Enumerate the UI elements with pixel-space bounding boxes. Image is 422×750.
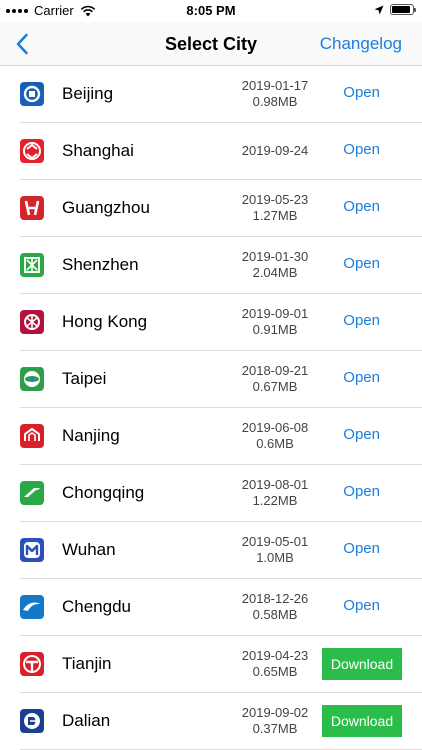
city-name: Chengdu xyxy=(62,597,132,616)
city-name: Dalian xyxy=(62,711,111,730)
chongqing-rail-logo-icon xyxy=(20,481,44,505)
battery-fill xyxy=(392,6,410,13)
open-button[interactable]: Open xyxy=(343,426,380,443)
guangzhou-metro-logo-icon xyxy=(20,196,44,220)
city-row-shenzhen[interactable]: Shenzhen 2019-01-30 2.04MB Open xyxy=(0,237,422,294)
city-name: Wuhan xyxy=(62,540,116,559)
city-row-shanghai[interactable]: Shanghai 2019-09-24 Open xyxy=(0,123,422,180)
city-meta: 2019-09-24 xyxy=(220,143,330,159)
hong-kong-mtr-logo-icon xyxy=(20,310,44,334)
update-date: 2018-12-26 xyxy=(241,591,309,606)
shanghai-metro-logo-icon xyxy=(20,139,44,163)
update-date: 2019-09-01 xyxy=(241,306,309,321)
battery-icon xyxy=(390,4,416,15)
file-size: 0.58MB xyxy=(252,607,298,622)
open-button[interactable]: Open xyxy=(343,84,380,101)
open-button[interactable]: Open xyxy=(343,597,380,614)
update-date: 2019-08-01 xyxy=(241,477,309,492)
file-size: 2.04MB xyxy=(252,265,298,280)
dalian-metro-logo-icon xyxy=(20,709,44,733)
file-size: 0.98MB xyxy=(252,94,298,109)
download-button[interactable]: Download xyxy=(322,648,402,680)
city-meta: 2019-01-30 2.04MB xyxy=(220,249,330,281)
update-date: 2019-01-30 xyxy=(241,249,309,264)
status-right xyxy=(374,4,416,15)
download-button[interactable]: Download xyxy=(322,705,402,737)
update-date: 2019-04-23 xyxy=(241,648,309,663)
city-meta: 2019-01-17 0.98MB xyxy=(220,78,330,110)
city-row-nanjing[interactable]: Nanjing 2019-06-08 0.6MB Open xyxy=(0,408,422,465)
city-row-chongqing[interactable]: Chongqing 2019-08-01 1.22MB Open xyxy=(0,465,422,522)
city-name: Tianjin xyxy=(62,654,112,673)
open-button[interactable]: Open xyxy=(343,369,380,386)
file-size: 0.67MB xyxy=(252,379,298,394)
beijing-subway-logo-icon xyxy=(20,82,44,106)
update-date: 2019-09-02 xyxy=(241,705,309,720)
update-date: 2019-05-01 xyxy=(241,534,309,549)
city-name: Guangzhou xyxy=(62,198,150,217)
city-list: Beijing 2019-01-17 0.98MB Open Shanghai … xyxy=(0,66,422,750)
city-name: Shanghai xyxy=(62,141,134,160)
location-arrow-icon xyxy=(374,5,384,14)
city-row-taipei[interactable]: Taipei 2018-09-21 0.67MB Open xyxy=(0,351,422,408)
city-meta: 2019-05-01 1.0MB xyxy=(220,534,330,566)
city-name: Taipei xyxy=(62,369,107,388)
file-size: 0.6MB xyxy=(256,436,294,451)
city-meta: 2018-12-26 0.58MB xyxy=(220,591,330,623)
file-size: 0.65MB xyxy=(252,664,298,679)
file-size: 1.0MB xyxy=(256,550,294,565)
city-row-tianjin[interactable]: Tianjin 2019-04-23 0.65MB Download xyxy=(0,636,422,693)
tianjin-metro-logo-icon xyxy=(20,652,44,676)
open-button[interactable]: Open xyxy=(343,312,380,329)
open-button[interactable]: Open xyxy=(343,540,380,557)
wuhan-metro-logo-icon xyxy=(20,538,44,562)
nanjing-metro-logo-icon xyxy=(20,424,44,448)
city-name: Beijing xyxy=(62,84,114,103)
city-meta: 2019-04-23 0.65MB xyxy=(220,648,330,680)
city-row-wuhan[interactable]: Wuhan 2019-05-01 1.0MB Open xyxy=(0,522,422,579)
city-meta: 2019-09-02 0.37MB xyxy=(220,705,330,737)
chengdu-metro-logo-icon xyxy=(20,595,44,619)
city-row-beijing[interactable]: Beijing 2019-01-17 0.98MB Open xyxy=(0,66,422,123)
file-size: 1.22MB xyxy=(252,493,298,508)
update-date: 2019-09-24 xyxy=(241,143,309,158)
city-meta: 2019-05-23 1.27MB xyxy=(220,192,330,224)
update-date: 2019-01-17 xyxy=(241,78,309,93)
city-meta: 2018-09-21 0.67MB xyxy=(220,363,330,395)
update-date: 2019-05-23 xyxy=(241,192,309,207)
open-button[interactable]: Open xyxy=(343,255,380,272)
navigation-bar: Select City Changelog xyxy=(0,22,422,66)
city-name: Nanjing xyxy=(62,426,120,445)
status-bar: Carrier 8:05 PM xyxy=(0,0,422,22)
update-date: 2018-09-21 xyxy=(241,363,309,378)
file-size: 1.27MB xyxy=(252,208,298,223)
status-time: 8:05 PM xyxy=(186,3,236,18)
file-size: 0.37MB xyxy=(252,721,298,736)
city-name: Hong Kong xyxy=(62,312,148,331)
taipei-metro-logo-icon xyxy=(20,367,44,391)
city-name: Shenzhen xyxy=(62,255,139,274)
city-row-dalian[interactable]: Dalian 2019-09-02 0.37MB Download xyxy=(0,693,422,750)
shenzhen-metro-logo-icon xyxy=(20,253,44,277)
city-meta: 2019-08-01 1.22MB xyxy=(220,477,330,509)
city-meta: 2019-09-01 0.91MB xyxy=(220,306,330,338)
city-row-chengdu[interactable]: Chengdu 2018-12-26 0.58MB Open xyxy=(0,579,422,636)
open-button[interactable]: Open xyxy=(343,483,380,500)
city-meta: 2019-06-08 0.6MB xyxy=(220,420,330,452)
changelog-button[interactable]: Changelog xyxy=(320,34,402,54)
city-name: Chongqing xyxy=(62,483,145,502)
city-row-guangzhou[interactable]: Guangzhou 2019-05-23 1.27MB Open xyxy=(0,180,422,237)
update-date: 2019-06-08 xyxy=(241,420,309,435)
file-size: 0.91MB xyxy=(252,322,298,337)
open-button[interactable]: Open xyxy=(343,198,380,215)
city-row-hong-kong[interactable]: Hong Kong 2019-09-01 0.91MB Open xyxy=(0,294,422,351)
open-button[interactable]: Open xyxy=(343,141,380,158)
